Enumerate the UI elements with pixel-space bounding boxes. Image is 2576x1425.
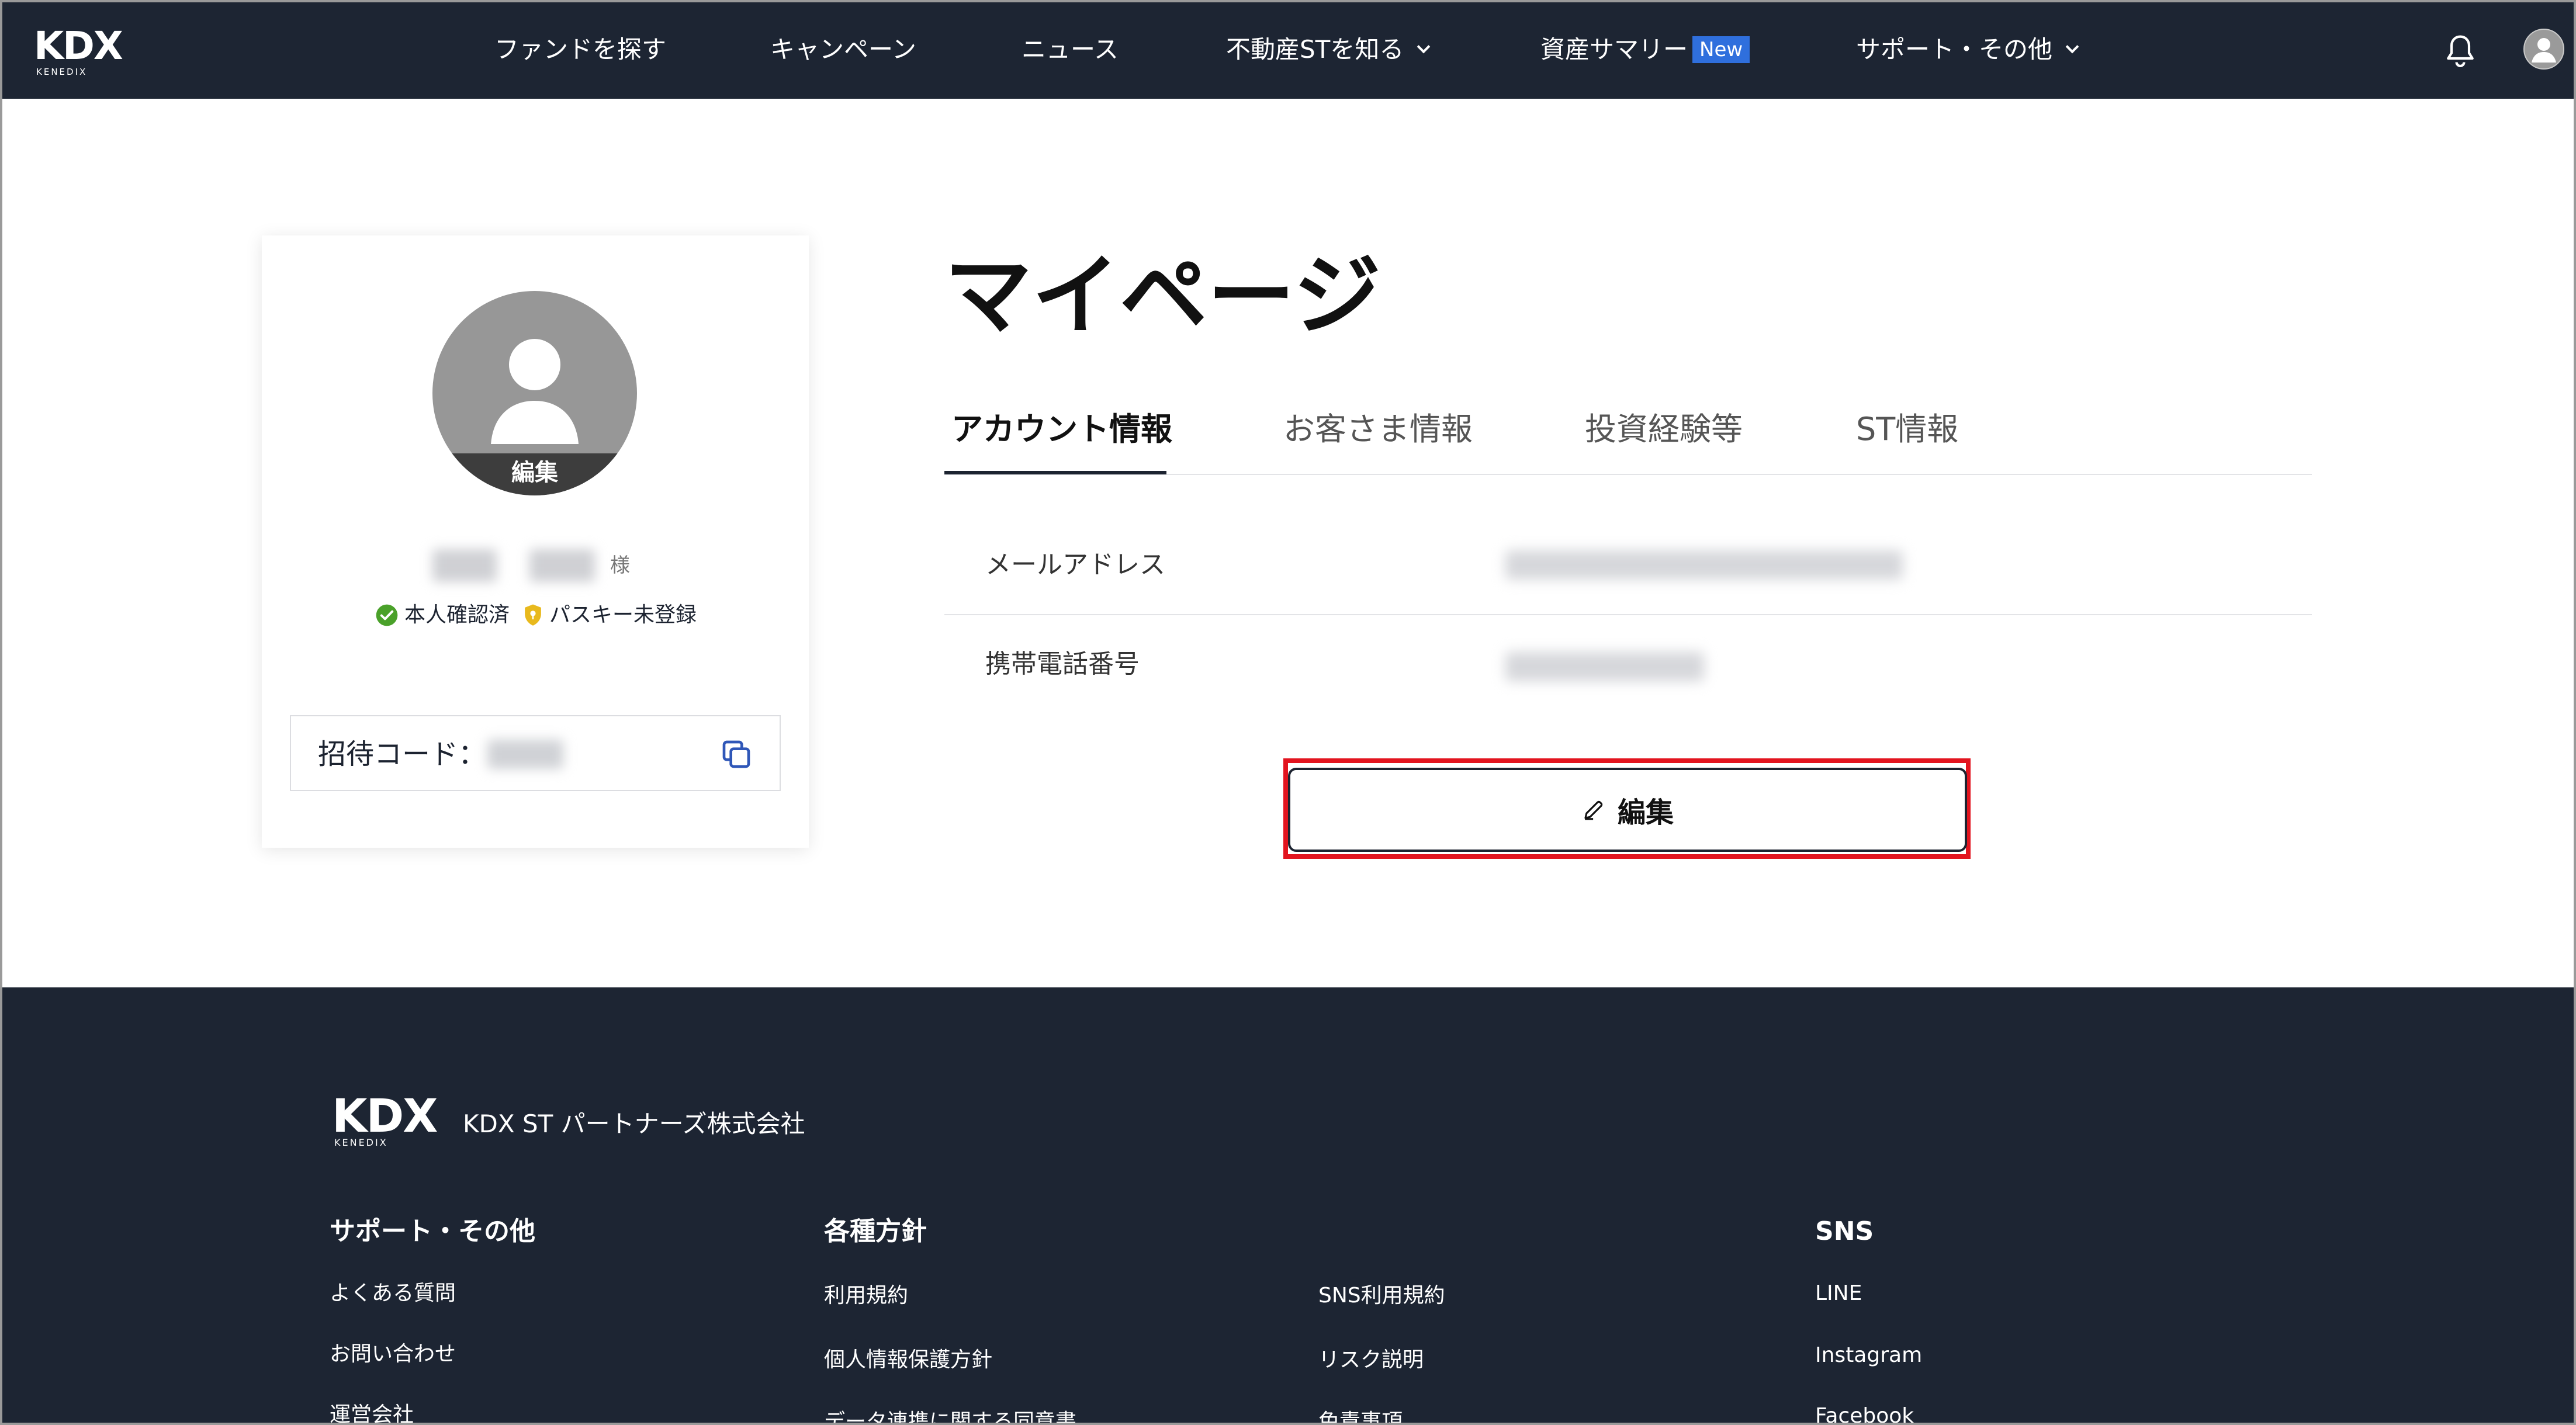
kdx-logo[interactable]: KDX KENEDIX xyxy=(34,23,139,78)
edit-button[interactable]: 編集 xyxy=(1288,768,1967,852)
tab-account-info[interactable]: アカウント情報 xyxy=(951,409,1172,450)
shield-icon xyxy=(525,604,541,626)
email-value-redacted xyxy=(1505,550,1903,580)
nav-support-other-label: サポート・その他 xyxy=(1856,35,2053,64)
honorific: 様 xyxy=(610,554,630,577)
footer-logo-mark: KDX xyxy=(332,1090,438,1143)
invite-code-label: 招待コード： xyxy=(318,738,487,771)
user-first-name-redacted xyxy=(529,549,595,582)
chevron-down-icon xyxy=(1417,40,1431,54)
footer-link-faq[interactable]: よくある質問 xyxy=(330,1280,456,1307)
footer-link-privacy[interactable]: 個人情報保護方針 xyxy=(824,1347,992,1374)
active-tab-indicator xyxy=(944,471,1166,474)
nav-news-label: ニュース xyxy=(1022,35,1119,64)
footer-link-disclaimer[interactable]: 免責事項 xyxy=(1318,1409,1403,1425)
nav-campaign-label: キャンペーン xyxy=(770,35,916,64)
footer-link-facebook[interactable]: Facebook xyxy=(1815,1403,1914,1425)
row-divider xyxy=(944,614,2312,615)
profile-avatar[interactable]: 編集 xyxy=(432,291,637,495)
identity-verified-status: 本人確認済 xyxy=(375,601,510,630)
tab-st-info[interactable]: ST情報 xyxy=(1856,409,1958,450)
passkey-status: パスキー未登録 xyxy=(522,601,697,630)
logo-mark: KDX xyxy=(34,23,123,68)
email-label: メールアドレス xyxy=(985,550,1165,580)
footer-link-line[interactable]: LINE xyxy=(1815,1280,1862,1307)
nav-learn-real-estate-st-label: 不動産STを知る xyxy=(1226,35,1404,64)
nav-campaign[interactable]: キャンペーン xyxy=(770,35,916,64)
mobile-phone-value-redacted xyxy=(1505,652,1704,681)
nav-asset-summary-label: 資産サマリー xyxy=(1540,35,1688,64)
page-title: マイページ xyxy=(944,244,1382,347)
footer-link-instagram[interactable]: Instagram xyxy=(1815,1342,1922,1369)
nav-find-funds[interactable]: ファンドを探す xyxy=(494,35,666,64)
nav-news[interactable]: ニュース xyxy=(1022,35,1119,64)
invite-code-value-redacted xyxy=(487,740,563,769)
footer-link-data-consent[interactable]: データ連携に関する同意書 xyxy=(824,1409,1076,1425)
footer-link-risk[interactable]: リスク説明 xyxy=(1318,1347,1424,1374)
identity-verified-label: 本人確認済 xyxy=(404,603,510,627)
nav-support-other[interactable]: サポート・その他 xyxy=(1856,35,2079,64)
footer-logo[interactable]: KDX KENEDIX xyxy=(332,1090,438,1148)
footer-link-terms[interactable]: 利用規約 xyxy=(824,1282,908,1309)
user-avatar-icon[interactable] xyxy=(2523,29,2564,70)
chevron-down-icon xyxy=(2065,40,2079,54)
nav-find-funds-label: ファンドを探す xyxy=(494,35,667,64)
footer-heading-sns: SNS xyxy=(1815,1216,1874,1246)
mobile-phone-label: 携帯電話番号 xyxy=(985,649,1140,679)
tab-customer-info[interactable]: お客さま情報 xyxy=(1283,409,1473,450)
footer-link-sns-terms[interactable]: SNS利用規約 xyxy=(1318,1282,1445,1309)
avatar-edit-label[interactable]: 編集 xyxy=(432,453,637,495)
footer-heading-support: サポート・その他 xyxy=(330,1216,535,1246)
nav-learn-real-estate-st[interactable]: 不動産STを知る xyxy=(1226,35,1431,64)
footer-heading-policies: 各種方針 xyxy=(824,1216,927,1246)
edit-button-label: 編集 xyxy=(1617,798,1674,828)
check-circle-icon xyxy=(376,604,398,626)
bell-icon[interactable] xyxy=(2444,34,2477,69)
footer-link-contact[interactable]: お問い合わせ xyxy=(330,1341,456,1368)
pencil-icon xyxy=(1584,800,1603,820)
passkey-status-label: パスキー未登録 xyxy=(549,603,697,627)
nav-asset-summary[interactable]: 資産サマリー New xyxy=(1540,35,1750,64)
user-last-name-redacted xyxy=(432,549,497,582)
new-badge: New xyxy=(1692,36,1750,63)
footer-company-name: KDX ST パートナーズ株式会社 xyxy=(463,1110,805,1138)
copy-icon[interactable] xyxy=(720,738,753,771)
footer-link-company[interactable]: 運営会社 xyxy=(330,1402,414,1425)
top-navigation-bar: KDX KENEDIX ファンドを探す キャンペーン ニュース 不動産STを知る… xyxy=(0,0,2576,99)
tab-investment-experience[interactable]: 投資経験等 xyxy=(1585,409,1743,450)
